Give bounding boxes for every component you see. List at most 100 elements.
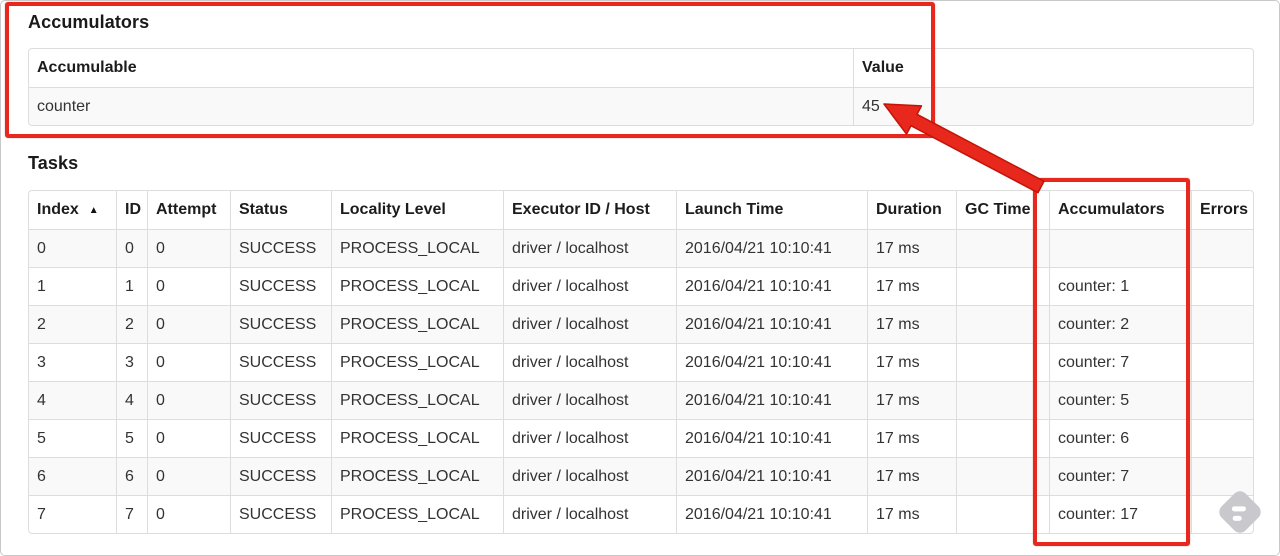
cell-accumulators: counter: 7: [1049, 457, 1191, 495]
cell-index: 6: [29, 457, 116, 495]
cell-locality: PROCESS_LOCAL: [331, 343, 503, 381]
cell-locality: PROCESS_LOCAL: [331, 457, 503, 495]
feedly-watermark-icon: [1219, 491, 1261, 533]
cell-duration: 17 ms: [867, 381, 956, 419]
cell-status: SUCCESS: [230, 457, 331, 495]
cell-duration: 17 ms: [867, 229, 956, 267]
cell-id: 4: [116, 381, 147, 419]
cell-attempt: 0: [147, 457, 230, 495]
sort-ascending-icon: ▲: [88, 205, 99, 216]
cell-index: 2: [29, 305, 116, 343]
cell-gc-time: [956, 267, 1049, 305]
cell-accumulators: counter: 5: [1049, 381, 1191, 419]
cell-launch-time: 2016/04/21 10:10:41: [676, 457, 867, 495]
cell-accumulable-name: counter: [29, 87, 853, 125]
cell-locality: PROCESS_LOCAL: [331, 381, 503, 419]
cell-errors: [1191, 305, 1253, 343]
column-header-accumulators[interactable]: Accumulators: [1049, 191, 1191, 229]
column-header-accumulable[interactable]: Accumulable: [29, 49, 853, 87]
cell-accumulators: counter: 7: [1049, 343, 1191, 381]
column-header-gc-time[interactable]: GC Time: [956, 191, 1049, 229]
cell-id: 2: [116, 305, 147, 343]
cell-locality: PROCESS_LOCAL: [331, 267, 503, 305]
accumulator-row: counter 45: [29, 87, 1253, 125]
cell-id: 1: [116, 267, 147, 305]
column-header-locality[interactable]: Locality Level: [331, 191, 503, 229]
cell-id: 5: [116, 419, 147, 457]
cell-executor: driver / localhost: [503, 267, 676, 305]
cell-duration: 17 ms: [867, 267, 956, 305]
cell-id: 0: [116, 229, 147, 267]
cell-attempt: 0: [147, 419, 230, 457]
cell-attempt: 0: [147, 305, 230, 343]
cell-accumulable-value: 45: [853, 87, 1253, 125]
column-header-duration[interactable]: Duration: [867, 191, 956, 229]
task-row: 3 3 0 SUCCESS PROCESS_LOCAL driver / loc…: [29, 343, 1253, 381]
cell-status: SUCCESS: [230, 495, 331, 533]
cell-gc-time: [956, 457, 1049, 495]
cell-errors: [1191, 229, 1253, 267]
task-row: 0 0 0 SUCCESS PROCESS_LOCAL driver / loc…: [29, 229, 1253, 267]
cell-index: 4: [29, 381, 116, 419]
cell-id: 3: [116, 343, 147, 381]
cell-gc-time: [956, 495, 1049, 533]
column-header-id[interactable]: ID: [116, 191, 147, 229]
cell-executor: driver / localhost: [503, 381, 676, 419]
cell-errors: [1191, 419, 1253, 457]
task-row: 6 6 0 SUCCESS PROCESS_LOCAL driver / loc…: [29, 457, 1253, 495]
cell-index: 0: [29, 229, 116, 267]
cell-duration: 17 ms: [867, 495, 956, 533]
cell-status: SUCCESS: [230, 343, 331, 381]
task-row: 2 2 0 SUCCESS PROCESS_LOCAL driver / loc…: [29, 305, 1253, 343]
cell-gc-time: [956, 305, 1049, 343]
cell-launch-time: 2016/04/21 10:10:41: [676, 267, 867, 305]
column-header-attempt[interactable]: Attempt: [147, 191, 230, 229]
cell-gc-time: [956, 381, 1049, 419]
cell-status: SUCCESS: [230, 305, 331, 343]
task-row: 7 7 0 SUCCESS PROCESS_LOCAL driver / loc…: [29, 495, 1253, 533]
cell-executor: driver / localhost: [503, 305, 676, 343]
column-header-value[interactable]: Value: [853, 49, 1253, 87]
cell-attempt: 0: [147, 267, 230, 305]
cell-accumulators: [1049, 229, 1191, 267]
cell-duration: 17 ms: [867, 457, 956, 495]
column-header-index[interactable]: Index ▲: [29, 191, 116, 229]
cell-errors: [1191, 343, 1253, 381]
tasks-table: Index ▲ ID Attempt Status Locality Level …: [28, 190, 1254, 534]
cell-index: 7: [29, 495, 116, 533]
column-header-launch-time[interactable]: Launch Time: [676, 191, 867, 229]
column-header-errors[interactable]: Errors: [1191, 191, 1253, 229]
cell-index: 3: [29, 343, 116, 381]
cell-attempt: 0: [147, 229, 230, 267]
cell-errors: [1191, 267, 1253, 305]
cell-status: SUCCESS: [230, 229, 331, 267]
task-row: 4 4 0 SUCCESS PROCESS_LOCAL driver / loc…: [29, 381, 1253, 419]
column-header-executor[interactable]: Executor ID / Host: [503, 191, 676, 229]
cell-status: SUCCESS: [230, 419, 331, 457]
cell-gc-time: [956, 343, 1049, 381]
cell-locality: PROCESS_LOCAL: [331, 495, 503, 533]
cell-executor: driver / localhost: [503, 419, 676, 457]
cell-launch-time: 2016/04/21 10:10:41: [676, 419, 867, 457]
cell-attempt: 0: [147, 495, 230, 533]
cell-accumulators: counter: 1: [1049, 267, 1191, 305]
cell-locality: PROCESS_LOCAL: [331, 305, 503, 343]
cell-accumulators: counter: 6: [1049, 419, 1191, 457]
accumulators-header-row: Accumulable Value: [29, 49, 1253, 87]
column-header-status[interactable]: Status: [230, 191, 331, 229]
cell-gc-time: [956, 229, 1049, 267]
cell-duration: 17 ms: [867, 343, 956, 381]
cell-index: 1: [29, 267, 116, 305]
accumulators-section-title: Accumulators: [28, 12, 150, 32]
cell-executor: driver / localhost: [503, 457, 676, 495]
cell-executor: driver / localhost: [503, 343, 676, 381]
cell-index: 5: [29, 419, 116, 457]
task-row: 5 5 0 SUCCESS PROCESS_LOCAL driver / loc…: [29, 419, 1253, 457]
column-header-index-label: Index: [37, 201, 79, 218]
cell-launch-time: 2016/04/21 10:10:41: [676, 305, 867, 343]
cell-id: 6: [116, 457, 147, 495]
task-row: 1 1 0 SUCCESS PROCESS_LOCAL driver / loc…: [29, 267, 1253, 305]
cell-locality: PROCESS_LOCAL: [331, 229, 503, 267]
cell-launch-time: 2016/04/21 10:10:41: [676, 229, 867, 267]
cell-attempt: 0: [147, 381, 230, 419]
